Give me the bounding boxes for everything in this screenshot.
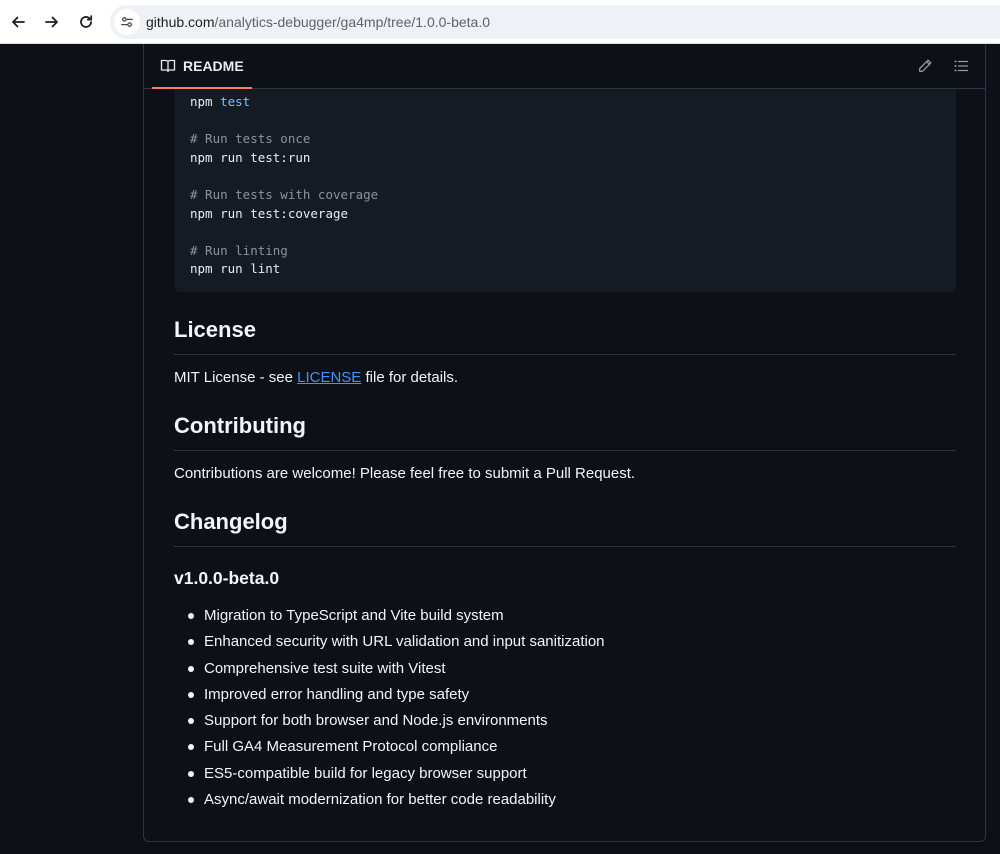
url-path: /analytics-debugger/ga4mp/tree/1.0.0-bet… [214, 14, 490, 30]
list-item: Full GA4 Measurement Protocol compliance [174, 737, 956, 763]
version-heading: v1.0.0-beta.0 [174, 568, 280, 588]
reload-button[interactable] [72, 8, 100, 36]
forward-button[interactable] [38, 8, 66, 36]
code-keyword: test [220, 94, 251, 109]
changelog-heading: Changelog [174, 509, 956, 547]
browser-toolbar: github.com/analytics-debugger/ga4mp/tree… [0, 0, 1000, 44]
code-line: npm run test:coverage [190, 205, 349, 221]
code-comment: # Run tests once [190, 131, 311, 147]
back-button[interactable] [4, 8, 32, 36]
readme-tab-label: README [183, 57, 244, 74]
pencil-icon [919, 59, 932, 72]
url-text[interactable]: github.com/analytics-debugger/ga4mp/tree… [146, 14, 490, 30]
reload-icon [80, 15, 93, 28]
license-text: MIT License - see LICENSE file for detai… [174, 369, 459, 386]
code-comment: # Run tests with coverage [190, 186, 379, 202]
list-item: Comprehensive test suite with Vitest [174, 659, 956, 685]
contributing-heading: Contributing [174, 413, 956, 451]
changelog-list: Migration to TypeScript and Vite build s… [174, 606, 956, 816]
list-item: Improved error handling and type safety [174, 685, 956, 711]
code-comment: # Run linting [190, 242, 288, 258]
edit-file-button[interactable] [916, 57, 934, 75]
contributing-text: Contributions are welcome! Please feel f… [174, 465, 636, 482]
list-item: Enhanced security with URL validation an… [174, 632, 956, 658]
readme-card: README npm test # Run tests once npm run… [143, 44, 986, 842]
url-host: github.com [146, 14, 215, 30]
list-item: Async/await modernization for better cod… [174, 790, 956, 816]
code-block: npm test # Run tests once npm run test:r… [174, 89, 956, 292]
arrow-left-icon [12, 16, 25, 28]
readme-tab[interactable]: README [152, 44, 252, 89]
code-line: npm run test:run [190, 149, 311, 165]
license-link[interactable]: LICENSE [297, 369, 361, 386]
list-item: ES5-compatible build for legacy browser … [174, 764, 956, 790]
code-line: npm test [190, 94, 251, 109]
code-line: npm run lint [190, 261, 281, 277]
site-settings-icon[interactable] [114, 9, 140, 35]
arrow-right-icon [45, 16, 58, 28]
list-unordered-icon [954, 60, 969, 72]
list-item: Support for both browser and Node.js env… [174, 711, 956, 737]
list-item: Migration to TypeScript and Vite build s… [174, 606, 956, 632]
book-icon [160, 59, 176, 72]
outline-button[interactable] [952, 57, 970, 75]
readme-header: README [144, 44, 985, 89]
address-bar[interactable]: github.com/analytics-debugger/ga4mp/tree… [110, 5, 1000, 39]
license-heading: License [174, 317, 956, 355]
